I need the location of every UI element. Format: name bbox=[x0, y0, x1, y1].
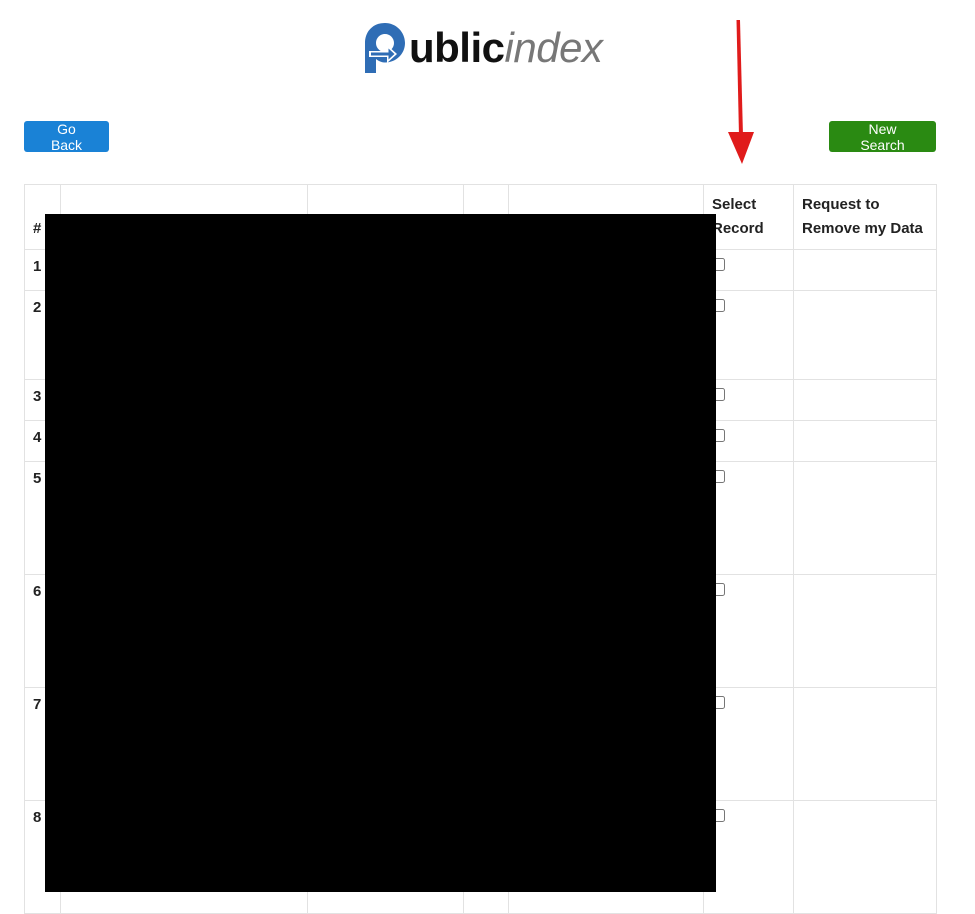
go-back-button[interactable]: Go Back bbox=[24, 121, 109, 153]
select-record-cell bbox=[703, 574, 794, 688]
select-record-cell bbox=[703, 420, 794, 462]
redaction-block bbox=[45, 214, 716, 892]
column-header-remove-data: Request to Remove my Data bbox=[793, 184, 937, 250]
remove-data-cell bbox=[793, 249, 937, 291]
logo-p-icon bbox=[365, 23, 405, 73]
remove-data-cell bbox=[793, 687, 937, 801]
select-record-cell bbox=[703, 800, 794, 914]
publicindex-logo[interactable]: ublicindex bbox=[363, 20, 603, 76]
select-record-cell bbox=[703, 461, 794, 575]
logo-text-bold: ublic bbox=[409, 24, 505, 71]
annotation-arrow-icon bbox=[728, 20, 754, 164]
remove-data-cell bbox=[793, 290, 937, 380]
select-record-cell bbox=[703, 290, 794, 380]
logo-text-light: index bbox=[504, 24, 603, 71]
remove-data-cell bbox=[793, 461, 937, 575]
logo-wordmark: ublicindex bbox=[409, 20, 603, 76]
remove-data-cell bbox=[793, 574, 937, 688]
remove-data-cell bbox=[793, 800, 937, 914]
select-record-cell bbox=[703, 249, 794, 291]
column-header-select-record: Select Record bbox=[703, 184, 794, 250]
remove-data-cell bbox=[793, 420, 937, 462]
remove-data-cell bbox=[793, 379, 937, 421]
new-search-button[interactable]: New Search bbox=[829, 121, 936, 153]
select-record-cell bbox=[703, 687, 794, 801]
select-record-cell bbox=[703, 379, 794, 421]
